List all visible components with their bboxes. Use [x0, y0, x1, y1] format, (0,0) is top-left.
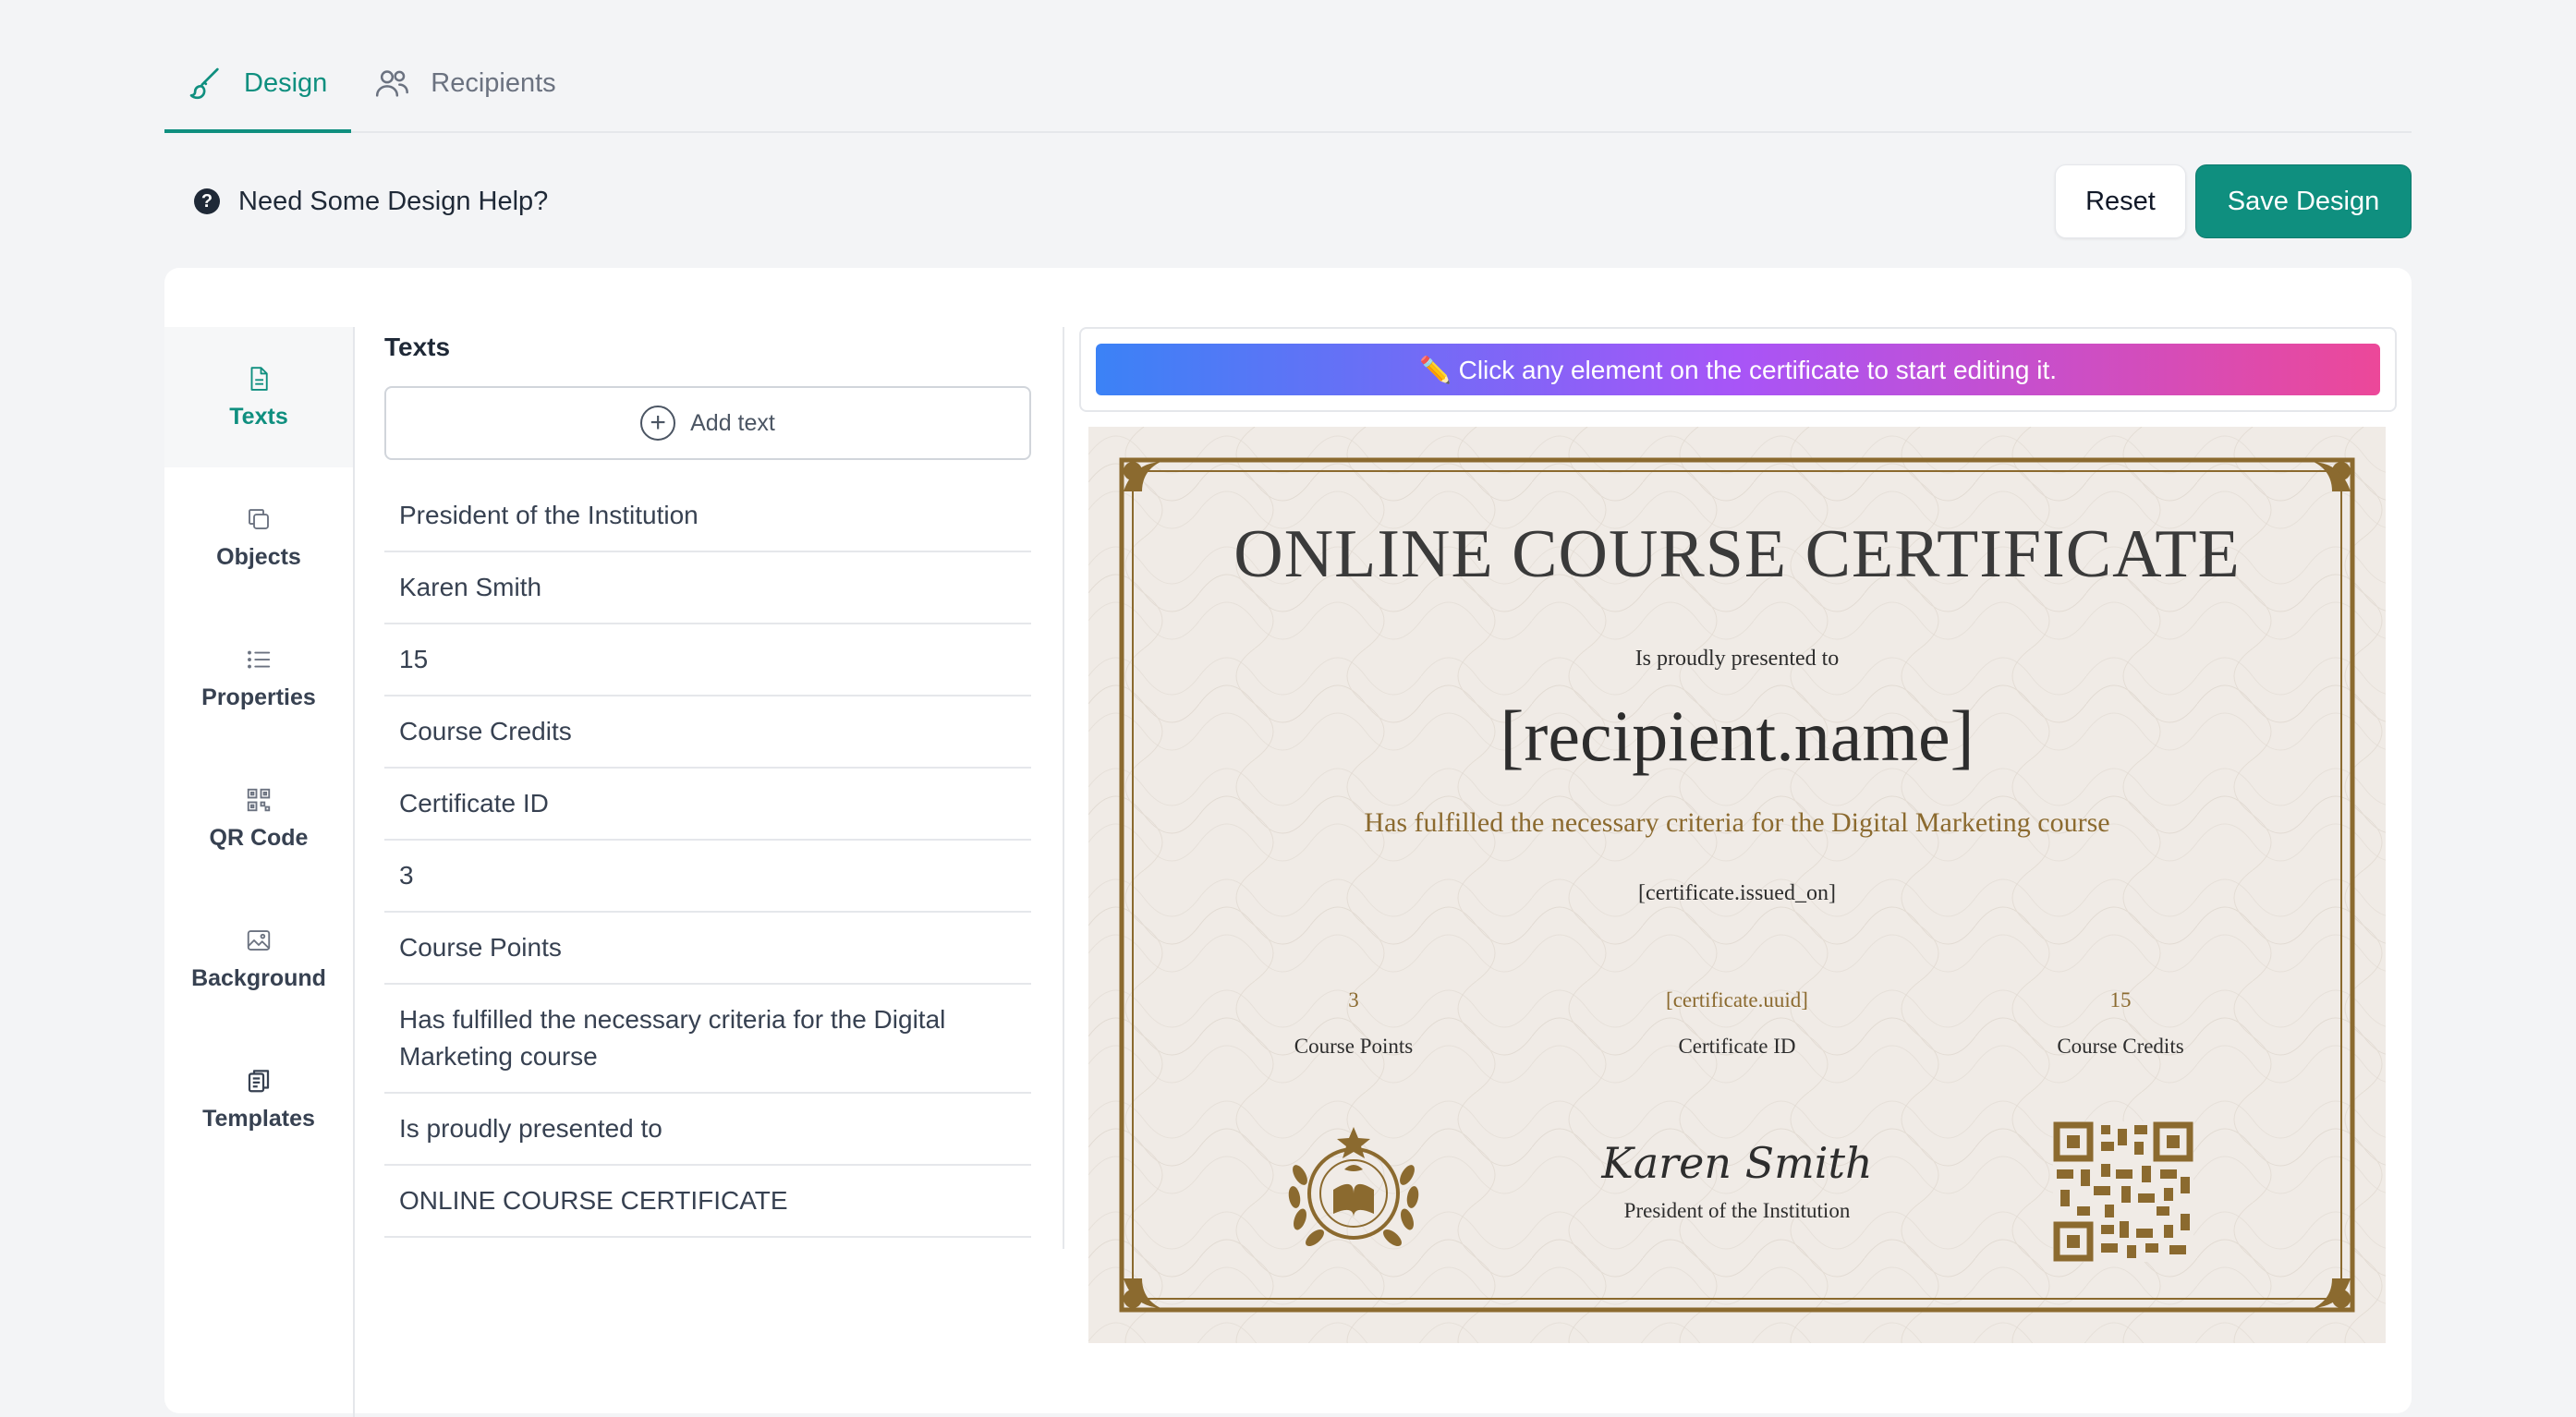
certificate-qr-code [2053, 1121, 2193, 1262]
text-list-item[interactable]: ONLINE COURSE CERTIFICATE [384, 1166, 1031, 1238]
text-list: President of the Institution Karen Smith… [384, 480, 1031, 1238]
edit-hint-box: ✏️ Click any element on the certificate … [1079, 327, 2397, 412]
certificate-subtitle[interactable]: Is proudly presented to [1088, 647, 2386, 672]
designer-card: Texts Objects Properties QR Code Backgro… [164, 268, 2412, 1417]
sidebar-item-qr-code[interactable]: QR Code [164, 748, 353, 889]
copy-icon [249, 508, 269, 529]
stat-label: Course Points [1294, 1035, 1414, 1058]
edit-hint-banner: ✏️ Click any element on the certificate … [1096, 344, 2380, 395]
texts-panel: Texts + Add text President of the Instit… [384, 327, 1031, 1238]
certificate-issued-date[interactable]: [certificate.issued_on] [1088, 881, 2386, 906]
users-icon [376, 70, 409, 97]
text-list-item[interactable]: 15 [384, 624, 1031, 696]
designer-sidebar: Texts Objects Properties QR Code Backgro… [164, 327, 355, 1417]
text-list-item[interactable]: Has fulfilled the necessary criteria for… [384, 985, 1031, 1094]
sidebar-item-texts[interactable]: Texts [164, 327, 353, 467]
sidebar-item-label: Objects [216, 543, 301, 570]
text-list-item[interactable]: Course Points [384, 913, 1031, 985]
text-list-item[interactable]: Course Credits [384, 696, 1031, 769]
tab-design-label: Design [244, 67, 328, 98]
stat-label: Course Credits [2057, 1035, 2184, 1058]
text-list-item[interactable]: Is proudly presented to [384, 1094, 1031, 1166]
document-icon [250, 366, 268, 391]
design-help-link[interactable]: ? Need Some Design Help? [194, 181, 548, 222]
stat-value: 15 [2109, 988, 2132, 1011]
stat-course-credits[interactable]: 15 Course Credits [1954, 988, 2287, 1059]
certificate-criteria[interactable]: Has fulfilled the necessary criteria for… [1088, 807, 2386, 839]
image-icon [247, 929, 271, 951]
signature-title: President of the Institution [1623, 1199, 1851, 1222]
tab-recipients[interactable]: Recipients [351, 35, 579, 131]
sidebar-item-label: Texts [229, 403, 288, 430]
sidebar-item-background[interactable]: Background [164, 889, 353, 1029]
plus-circle-icon: + [640, 406, 676, 441]
sidebar-item-label: Templates [202, 1105, 315, 1132]
question-circle-icon: ? [194, 188, 220, 214]
panel-divider [1063, 327, 1064, 1249]
stat-value: 3 [1348, 988, 1359, 1011]
stat-label: Certificate ID [1678, 1035, 1796, 1058]
qr-code-icon [247, 788, 271, 811]
list-icon [248, 650, 271, 668]
sidebar-item-templates[interactable]: Templates [164, 1029, 353, 1169]
tab-recipients-label: Recipients [431, 67, 556, 98]
stat-certificate-id[interactable]: [certificate.uuid] Certificate ID [1571, 988, 1903, 1059]
sidebar-item-objects[interactable]: Objects [164, 467, 353, 608]
text-list-item[interactable]: 3 [384, 841, 1031, 913]
panel-title: Texts [384, 333, 451, 361]
certificate-signature-block[interactable]: Karen Smith President of the Institution [1571, 1138, 1903, 1223]
certificate-title[interactable]: ONLINE COURSE CERTIFICATE [1088, 515, 2386, 594]
certificate-canvas[interactable]: ONLINE COURSE CERTIFICATE Is proudly pre… [1088, 427, 2386, 1343]
signature-name: Karen Smith [1601, 1138, 1873, 1188]
save-design-button[interactable]: Save Design [2195, 164, 2412, 238]
certificate-preview: ✏️ Click any element on the certificate … [1079, 327, 2397, 1343]
text-list-item[interactable]: Karen Smith [384, 552, 1031, 624]
add-text-label: Add text [690, 409, 775, 436]
reset-button[interactable]: Reset [2055, 164, 2186, 238]
stat-course-points[interactable]: 3 Course Points [1187, 988, 1520, 1059]
sidebar-item-properties[interactable]: Properties [164, 608, 353, 748]
text-list-item[interactable]: President of the Institution [384, 480, 1031, 552]
add-text-button[interactable]: + Add text [384, 386, 1031, 460]
stat-value: [certificate.uuid] [1666, 988, 1808, 1011]
design-help-label: Need Some Design Help? [238, 186, 549, 216]
sidebar-item-label: Properties [201, 684, 316, 710]
sidebar-item-label: Background [191, 964, 326, 991]
tab-bar: Design Recipients [164, 37, 2412, 133]
brush-icon [189, 67, 219, 100]
sidebar-item-label: QR Code [209, 824, 309, 851]
certificate-recipient-name[interactable]: [recipient.name] [1088, 695, 2386, 778]
text-list-item[interactable]: Certificate ID [384, 769, 1031, 841]
tab-design[interactable]: Design [164, 37, 352, 133]
clipboard-icon [248, 1069, 270, 1092]
